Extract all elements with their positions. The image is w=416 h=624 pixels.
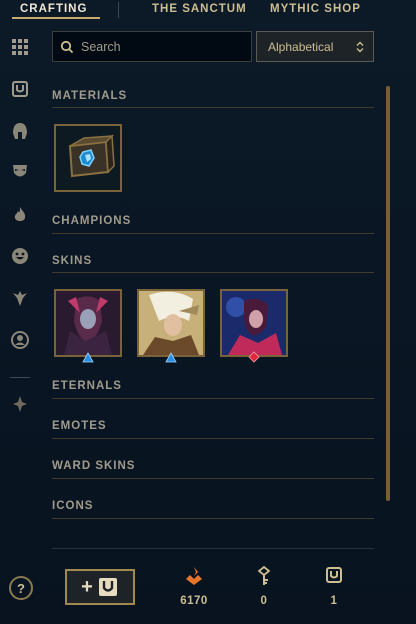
sort-arrows-icon [356, 41, 364, 52]
key-amount: 0 [260, 595, 268, 607]
mask-icon[interactable] [9, 160, 31, 182]
key-icon [257, 566, 271, 585]
footer-divider [52, 548, 374, 549]
chest-amount: 1 [330, 595, 338, 607]
hextech-chest-icon [56, 126, 120, 190]
blue-gem-icon [165, 352, 177, 363]
help-button[interactable]: ? [9, 576, 33, 600]
eternals-icon[interactable] [9, 393, 31, 415]
section-divider [52, 233, 374, 234]
key-counter: 0 [244, 566, 284, 607]
flame-icon[interactable] [9, 204, 31, 226]
section-divider [52, 107, 374, 108]
blue-essence-icon [186, 567, 202, 585]
section-champions[interactable]: CHAMPIONS [52, 215, 131, 227]
craft-plus-label: + [81, 576, 93, 598]
tab-the-sanctum[interactable]: THE SANCTUM [152, 3, 247, 15]
blue-gem-icon [82, 352, 94, 363]
section-emotes[interactable]: EMOTES [52, 420, 107, 432]
section-divider [52, 438, 374, 439]
skin-shard-tile[interactable] [54, 289, 122, 357]
skin-shard-tile[interactable] [220, 289, 288, 357]
search-field[interactable] [52, 31, 252, 62]
section-materials[interactable]: MATERIALS [52, 90, 127, 102]
blue-essence-counter: 6170 [174, 566, 214, 607]
skin-splash-image [139, 291, 203, 355]
tab-mythic-shop[interactable]: MYTHIC SHOP [270, 3, 361, 15]
section-divider [52, 272, 374, 273]
chest-icon [98, 578, 117, 596]
emote-icon[interactable] [9, 245, 31, 267]
sort-dropdown[interactable]: Alphabetical [256, 31, 374, 62]
hextech-chest-tile[interactable] [54, 124, 122, 192]
sidebar-divider [10, 377, 30, 378]
blue-essence-amount: 6170 [180, 595, 208, 607]
chest-icon[interactable] [9, 78, 31, 100]
section-icons[interactable]: ICONS [52, 500, 93, 512]
sort-selected: Alphabetical [268, 39, 334, 54]
profile-icon[interactable] [9, 329, 31, 351]
search-input[interactable] [81, 39, 241, 54]
red-gem-icon [248, 351, 260, 363]
craft-key-button[interactable]: + [65, 569, 135, 605]
tab-crafting[interactable]: CRAFTING [20, 3, 87, 15]
section-eternals[interactable]: ETERNALS [52, 380, 122, 392]
ward-icon[interactable] [9, 287, 31, 309]
tab-divider [118, 2, 119, 18]
scrollbar-thumb[interactable] [386, 86, 390, 501]
skin-splash-image [222, 291, 286, 355]
section-ward-skins[interactable]: WARD SKINS [52, 460, 135, 472]
helmet-icon[interactable] [9, 120, 31, 142]
section-divider [52, 518, 374, 519]
chest-counter: 1 [314, 566, 354, 607]
section-divider [52, 478, 374, 479]
grid-icon[interactable] [9, 36, 31, 58]
chest-icon [326, 567, 342, 583]
skin-splash-image [56, 291, 120, 355]
top-nav: CRAFTING THE SANCTUM MYTHIC SHOP [0, 0, 416, 22]
section-skins[interactable]: SKINS [52, 255, 92, 267]
section-divider [52, 398, 374, 399]
search-icon [60, 40, 74, 53]
active-tab-underline [12, 17, 100, 19]
skin-shard-tile[interactable] [137, 289, 205, 357]
